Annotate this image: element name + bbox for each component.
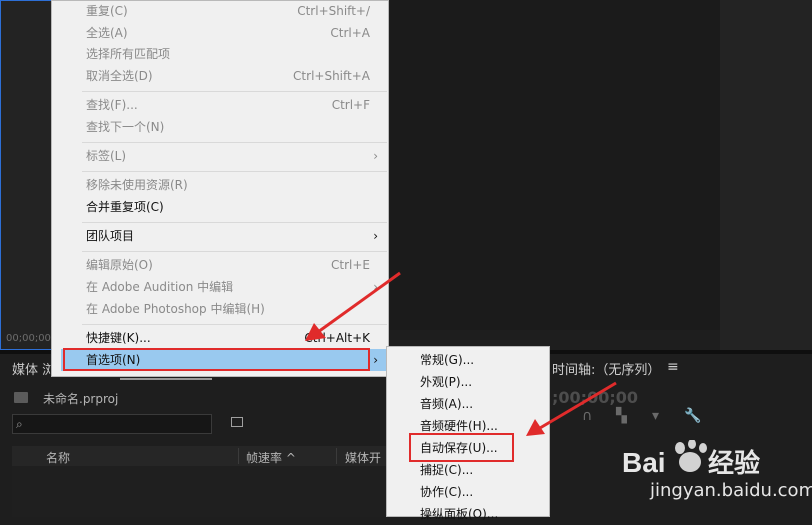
annotation-arrow-auto-save [526, 381, 617, 436]
annotation-arrow-preferences [305, 271, 401, 341]
baidu-jingyan-watermark-logo: Bai 经验 [622, 440, 760, 479]
svg-text:经验: 经验 [708, 448, 760, 479]
watermark-url: jingyan.baidu.com [650, 480, 812, 501]
svg-text:Bai: Bai [622, 447, 666, 478]
